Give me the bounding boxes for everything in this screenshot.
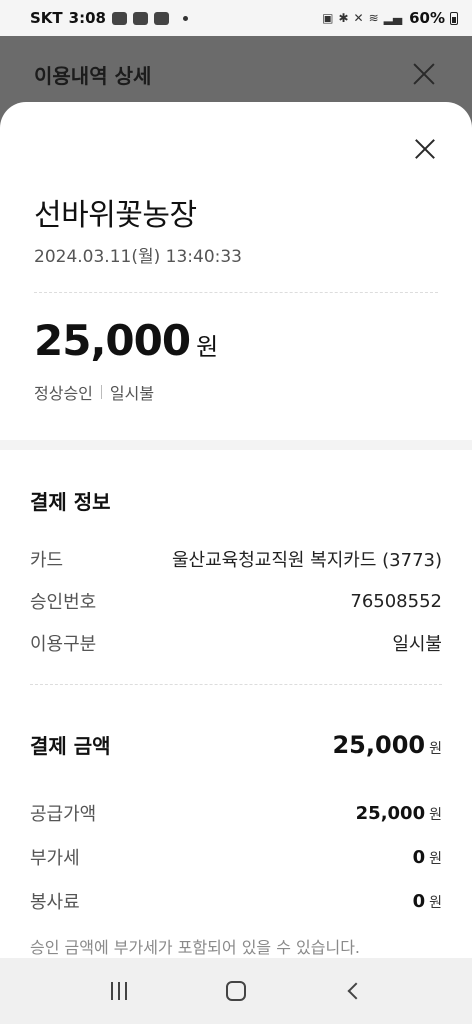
merchant-name: 선바위꽃농장 xyxy=(34,198,197,233)
wifi-icon: ≋ xyxy=(368,11,379,25)
amount-row-supply: 공급가액 25,000 원 xyxy=(30,800,442,826)
background-header: 이용내역 상세 xyxy=(0,36,472,112)
installment-type: 일시불 xyxy=(109,384,155,403)
close-icon[interactable] xyxy=(410,60,438,88)
lock-icon: ▣ xyxy=(322,11,334,25)
battery-percent: 60% xyxy=(409,9,445,27)
page-title: 이용내역 상세 xyxy=(34,63,152,88)
info-label: 이용구분 xyxy=(30,634,97,655)
info-label: 승인번호 xyxy=(30,592,97,613)
info-value: 76508552 xyxy=(350,590,442,612)
detail-sheet: 선바위꽃농장 2024.03.11(월) 13:40:33 25,000 원 정… xyxy=(0,102,472,958)
info-value: 25,000 xyxy=(355,802,426,824)
home-icon xyxy=(225,981,246,1001)
talk-notification-icon xyxy=(111,11,127,25)
unit: 원 xyxy=(429,894,442,911)
status-bar: SKT 3:08 ▣ ✱ ✕ ≋ ▂▄ 60% xyxy=(0,0,472,36)
details-section: 결제 정보 카드 울산교육청교직원 복지카드 (3773) 승인번호 76508… xyxy=(0,440,472,958)
amount-row-vat: 부가세 0원 xyxy=(30,844,442,870)
mute-icon: ✕ xyxy=(353,11,364,25)
info-value: 울산교육청교직원 복지카드 (3773) xyxy=(171,550,442,571)
transaction-amount: 25,000 xyxy=(34,316,191,365)
divider xyxy=(30,684,442,685)
back-button[interactable] xyxy=(333,971,373,1011)
divider xyxy=(34,292,438,293)
info-label: 공급가액 xyxy=(30,804,97,825)
info-row-approval-number: 승인번호 76508552 xyxy=(30,588,442,614)
total-amount-row: 결제 금액 25,000 원 xyxy=(30,730,442,759)
recent-apps-icon xyxy=(110,982,127,1000)
total-amount-value: 25,000 xyxy=(332,730,426,759)
info-value: 0 xyxy=(412,846,426,868)
carrier-label: SKT xyxy=(30,9,63,27)
vat-notice: 승인 금액에 부가세가 포함되어 있을 수 있습니다. xyxy=(30,938,361,957)
amount-unit: 원 xyxy=(196,333,219,361)
battery-icon xyxy=(450,11,458,25)
transaction-datetime: 2024.03.11(월) 13:40:33 xyxy=(34,247,242,267)
approval-status: 정상승인 xyxy=(34,384,93,403)
image-notification-icon xyxy=(153,11,169,25)
back-icon xyxy=(347,982,365,1000)
info-label: 부가세 xyxy=(30,848,80,869)
info-value: 일시불 xyxy=(392,634,442,655)
info-value: 0 xyxy=(412,890,426,912)
system-nav-bar xyxy=(0,958,472,1024)
amount-row: 25,000 원 xyxy=(34,316,218,365)
info-label: 봉사료 xyxy=(30,892,80,913)
amount-row-service-fee: 봉사료 0원 xyxy=(30,888,442,914)
total-amount-unit: 원 xyxy=(429,740,442,757)
status-separator xyxy=(100,385,102,399)
bluetooth-icon: ✱ xyxy=(338,11,349,25)
approval-status-line: 정상승인 일시불 xyxy=(34,380,154,404)
home-button[interactable] xyxy=(216,971,256,1011)
info-label: 카드 xyxy=(30,550,64,571)
payment-info-title: 결제 정보 xyxy=(30,490,111,514)
more-notifications-icon xyxy=(182,15,188,21)
signal-icon: ▂▄ xyxy=(383,11,403,25)
info-row-card: 카드 울산교육청교직원 복지카드 (3773) xyxy=(30,546,442,572)
payment-amount-title: 결제 금액 xyxy=(30,734,111,758)
clock: 3:08 xyxy=(68,9,106,27)
unit: 원 xyxy=(429,806,442,823)
unit: 원 xyxy=(429,850,442,867)
sheet-close-icon[interactable] xyxy=(412,136,438,162)
app-notification-icon xyxy=(132,11,148,25)
summary-section: 선바위꽃농장 2024.03.11(월) 13:40:33 25,000 원 정… xyxy=(0,102,472,440)
info-row-usage-type: 이용구분 일시불 xyxy=(30,630,442,656)
recent-apps-button[interactable] xyxy=(99,971,139,1011)
